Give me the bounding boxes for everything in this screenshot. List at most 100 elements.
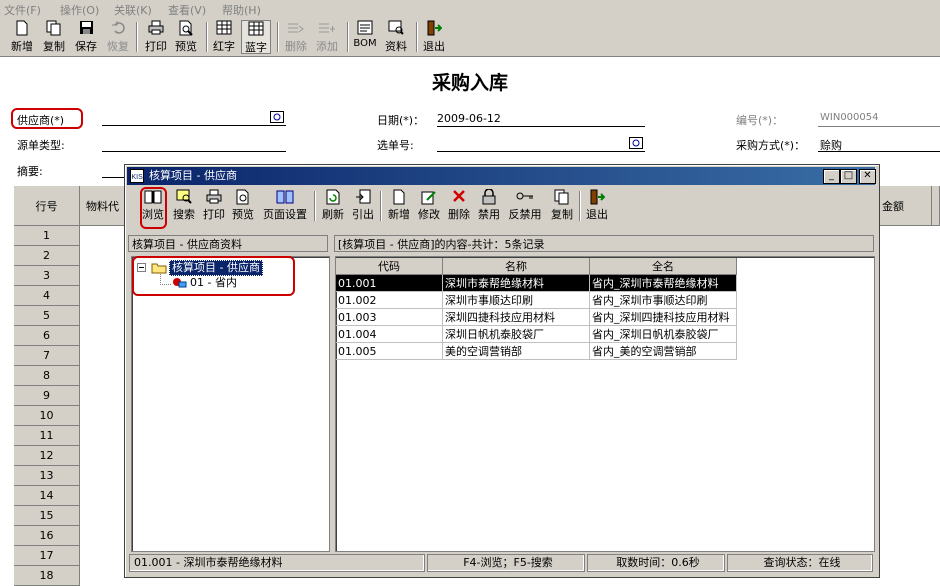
lookup-icon[interactable] xyxy=(629,137,643,149)
copy-button[interactable]: 复制 xyxy=(549,189,575,227)
refresh-button[interactable]: 刷新 xyxy=(320,189,346,227)
grid-row-number[interactable]: 15 xyxy=(14,506,80,526)
bom-button[interactable]: BOM xyxy=(352,20,378,54)
menu-link[interactable]: 关联(K) xyxy=(114,2,152,18)
column-header-code[interactable]: 代码 xyxy=(336,258,443,275)
grid-row-number[interactable]: 11 xyxy=(14,426,80,446)
table-row[interactable]: 01.002 深圳市事顺达印刷 省内_深圳市事顺达印刷 xyxy=(336,291,737,309)
menu-view[interactable]: 查看(V) xyxy=(168,2,206,18)
number-value[interactable]: WIN000054 xyxy=(820,112,879,123)
grid-row-number[interactable]: 14 xyxy=(14,486,80,506)
grid-row-number[interactable]: 17 xyxy=(14,546,80,566)
browse-highlight xyxy=(140,187,167,229)
red-grid-icon xyxy=(216,20,232,35)
column-header-fullname[interactable]: 全名 xyxy=(589,258,737,275)
enable-button[interactable]: 反禁用 xyxy=(506,189,544,227)
column-header-name[interactable]: 名称 xyxy=(442,258,590,275)
copy-icon xyxy=(46,20,61,36)
page-setup-button[interactable]: 页面设置 xyxy=(260,189,310,227)
red-text-button[interactable]: 红字 xyxy=(210,20,238,54)
export-button[interactable]: 引出 xyxy=(350,189,376,227)
close-button[interactable]: ✕ xyxy=(859,169,876,184)
edit-icon xyxy=(421,191,436,205)
grid-row-number[interactable]: 8 xyxy=(14,366,80,386)
grid-row-number[interactable]: 5 xyxy=(14,306,80,326)
supplier-list: 代码 名称 全名 01.001 深圳市泰帮绝缘材料 省内_深圳市泰帮绝缘材料 01.… xyxy=(335,256,875,552)
minimize-button[interactable]: _ xyxy=(823,169,840,184)
grid-row-number[interactable]: 1 xyxy=(14,226,80,246)
source-type-field[interactable] xyxy=(102,151,286,152)
grid-row-number[interactable]: 10 xyxy=(14,406,80,426)
blue-text-button[interactable]: 蓝字 xyxy=(241,20,271,54)
dialog-title-bar[interactable]: KIS 核算项目 - 供应商 _ □ ✕ xyxy=(127,167,876,185)
refresh-icon xyxy=(326,189,340,205)
exit-button[interactable]: 退出 xyxy=(420,20,448,54)
list-panel-title: [核算项目 - 供应商]的内容-共计：5条记录 xyxy=(334,235,874,252)
date-field[interactable] xyxy=(437,126,645,127)
category-tree: 核算项目 - 供应商 01 - 省内 xyxy=(131,256,330,552)
restore-button[interactable]: 恢复 xyxy=(104,20,132,54)
grid-row-number[interactable]: 4 xyxy=(14,286,80,306)
table-row[interactable]: 01.003 深圳四捷科技应用材料 省内_深圳四捷科技应用材料 xyxy=(336,308,737,326)
exit-icon xyxy=(427,20,442,36)
preview-button[interactable]: 预览 xyxy=(230,189,256,227)
purchase-method-field[interactable] xyxy=(818,151,940,152)
grid-row-number[interactable]: 16 xyxy=(14,526,80,546)
source-type-label: 源单类型: xyxy=(17,139,65,152)
lookup-icon[interactable] xyxy=(270,111,284,123)
undo-icon xyxy=(111,21,125,34)
save-button[interactable]: 保存 xyxy=(72,20,100,54)
column-header xyxy=(932,186,940,226)
toolbar-separator xyxy=(347,22,349,52)
maximize-button[interactable]: □ xyxy=(840,169,857,184)
table-row[interactable]: 01.001 深圳市泰帮绝缘材料 省内_深圳市泰帮绝缘材料 xyxy=(336,274,737,292)
grid-row-number[interactable]: 9 xyxy=(14,386,80,406)
grid-row-number[interactable]: 13 xyxy=(14,466,80,486)
svg-text:KIS: KIS xyxy=(132,174,144,181)
menu-operate[interactable]: 操作(O) xyxy=(60,2,99,18)
new-doc-icon xyxy=(16,20,28,36)
column-header-amount[interactable]: 金额 xyxy=(878,186,932,226)
grid-row-number[interactable]: 6 xyxy=(14,326,80,346)
toolbar-separator xyxy=(136,22,138,52)
add-row-button[interactable]: 添加 xyxy=(313,20,341,54)
exit-icon xyxy=(590,189,605,205)
delete-x-icon xyxy=(453,190,465,202)
select-no-field[interactable] xyxy=(437,151,645,152)
grid-row-number[interactable]: 3 xyxy=(14,266,80,286)
delete-row-button[interactable]: 删除 xyxy=(282,20,310,54)
search-button[interactable]: 搜索 xyxy=(171,189,197,227)
save-icon xyxy=(79,21,93,34)
edit-button[interactable]: 修改 xyxy=(416,189,442,227)
supplier-field[interactable] xyxy=(102,125,286,126)
grid-row-number[interactable]: 7 xyxy=(14,346,80,366)
table-row[interactable]: 01.005 美的空调营销部 省内_美的空调营销部 xyxy=(336,342,737,360)
delete-button[interactable]: 删除 xyxy=(446,189,472,227)
preview-button[interactable]: 预览 xyxy=(172,20,200,54)
print-button[interactable]: 打印 xyxy=(201,189,227,227)
copy-button[interactable]: 复制 xyxy=(40,20,68,54)
new-button[interactable]: 新增 xyxy=(386,189,412,227)
toolbar-separator xyxy=(314,191,316,221)
data-icon xyxy=(388,20,404,35)
grid-row-number[interactable]: 12 xyxy=(14,446,80,466)
column-header-row-no[interactable]: 行号 xyxy=(14,186,80,226)
table-row[interactable]: 01.004 深圳日帆机泰胶袋厂 省内_深圳日帆机泰胶袋厂 xyxy=(336,325,737,343)
exit-button[interactable]: 退出 xyxy=(584,189,610,227)
grid-row-number[interactable]: 2 xyxy=(14,246,80,266)
status-fetch-time: 取数时间：0.6秒 xyxy=(587,554,725,572)
data-button[interactable]: 资料 xyxy=(382,20,410,54)
grid-row-number[interactable]: 18 xyxy=(14,566,80,586)
status-bar: 01.001 - 深圳市泰帮绝缘材料 F4-浏览；F5-搜索 取数时间：0.6秒… xyxy=(127,554,875,572)
new-button[interactable]: 新增 xyxy=(8,20,36,54)
disable-button[interactable]: 禁用 xyxy=(476,189,502,227)
menu-file[interactable]: 文件(F) xyxy=(4,2,41,18)
date-label: 日期(*)： xyxy=(377,114,425,127)
number-field[interactable] xyxy=(818,126,940,127)
toolbar-separator xyxy=(416,22,418,52)
print-button[interactable]: 打印 xyxy=(142,20,170,54)
date-value[interactable]: 2009-06-12 xyxy=(437,112,501,125)
supplier-highlight xyxy=(11,108,83,129)
page-setup-icon xyxy=(276,190,294,204)
menu-help[interactable]: 帮助(H) xyxy=(222,2,261,18)
